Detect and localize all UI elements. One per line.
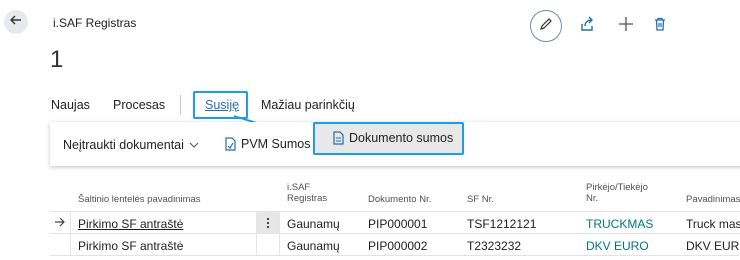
record-number: 1 [50,46,64,73]
dropdown-label: Neįtraukti dokumentai [63,138,184,152]
menu-naujas[interactable]: Naujas [51,98,90,112]
row-name: DKV EURO [686,239,740,253]
col-header-doc-no[interactable]: Dokumento Nr. [368,194,431,205]
menu-susije[interactable]: Susiję [205,98,239,112]
row-registras: Gaunamų [287,239,340,253]
plus-icon [617,15,635,38]
col-header-partner-line1: Pirkėjo/Tiekėjo [586,182,648,193]
edit-button[interactable] [530,10,562,42]
trash-icon [652,16,668,37]
back-button[interactable] [4,10,28,34]
pvm-sums-button[interactable]: PVM Sumos [224,137,310,151]
col-header-name[interactable]: Pavadinimas [686,194,740,205]
row-registras: Gaunamų [287,217,340,231]
page-title: i.SAF Registras [53,16,137,30]
menu-procesas[interactable]: Procesas [113,98,165,112]
more-vertical-icon [266,217,270,229]
row-source-link[interactable]: Pirkimo SF antraštė [78,239,183,253]
chevron-down-icon [189,140,199,150]
document-icon [224,137,237,151]
menu-maziau-parinkciu[interactable]: Mažiau parinkčių [261,98,355,112]
col-header-partner-no[interactable]: Pirkėjo/Tiekėjo Nr. [586,182,648,204]
row-sf-no: T2323232 [467,239,522,253]
col-header-registras-line2: Registras [287,193,328,204]
delete-button[interactable] [648,14,672,38]
share-button[interactable] [575,14,599,38]
col-header-registras-line1: i.SAF [287,182,311,193]
col-header-partner-line2: Nr. [586,193,599,204]
row-sf-no: TSF1212121 [467,217,537,231]
col-header-registras[interactable]: i.SAF Registras [287,182,327,204]
row-source-link[interactable]: Pirkimo SF antraštė [78,217,183,231]
arrow-left-icon [8,12,24,33]
row-doc-no: PIP000002 [368,239,428,253]
document-sums-label: Dokumento sumos [349,131,454,145]
row-partner-link[interactable]: DKV EURO [586,239,649,253]
pencil-icon [538,16,554,37]
add-button[interactable] [614,14,638,38]
document-list-icon [332,131,345,145]
row-partner-link[interactable]: TRUCKMAS [586,217,653,231]
share-icon [578,15,596,38]
row-doc-no: PIP000001 [368,217,428,231]
row-actions-button[interactable] [257,212,279,233]
col-header-source[interactable]: Šaltinio lentelės pavadinimas [78,194,201,205]
unincluded-documents-dropdown[interactable]: Neįtraukti dokumentai [63,138,199,152]
row-name: Truck mas [686,217,740,231]
row-selected-arrow-icon [54,215,66,233]
table-row-divider [50,255,740,256]
document-sums-button[interactable]: Dokumento sumos [332,131,453,145]
col-header-sf-no[interactable]: SF Nr. [467,194,494,205]
pvm-sums-label: PVM Sumos [241,137,311,151]
menu-divider [180,95,181,115]
